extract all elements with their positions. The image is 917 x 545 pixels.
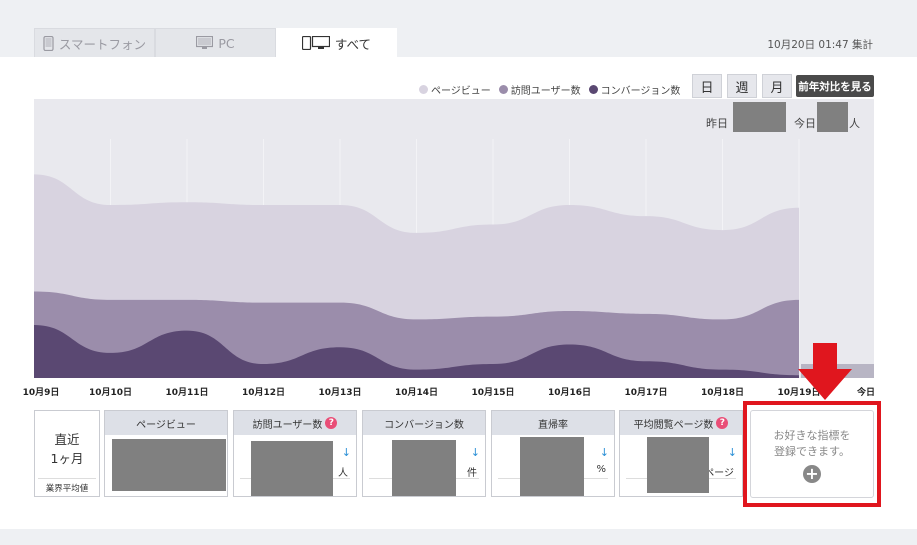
tab-smartphone-label: スマートフォン [58, 36, 147, 52]
metric-card-avg-pages[interactable]: 平均閲覧ページ数? ↓ ページ [619, 410, 743, 497]
x-tick-label: 10月13日 [318, 388, 362, 398]
trend-down-icon: ↓ [599, 446, 609, 459]
period-week-button[interactable]: 週 [727, 74, 757, 98]
metric-unit: % [596, 464, 606, 475]
highlight-box [743, 401, 881, 507]
redacted-value [520, 437, 584, 496]
x-tick-label: 10月14日 [394, 388, 439, 398]
aggregation-timestamp: 10月20日 01:47 集計 [767, 39, 873, 51]
tab-all-label: すべて [334, 36, 372, 52]
x-tick-label: 10月15日 [471, 388, 515, 398]
recent-month-box: 直近 1ヶ月 業界平均値 [34, 410, 100, 497]
trend-down-icon: ↓ [727, 446, 737, 459]
tab-smartphone[interactable]: スマートフォン [34, 28, 155, 57]
legend-item-pageviews[interactable]: ページビュー [419, 82, 491, 97]
help-icon[interactable]: ? [716, 417, 729, 429]
year-over-year-button[interactable]: 前年対比を見る [796, 75, 874, 97]
period-day-button[interactable]: 日 [692, 74, 722, 98]
chart-canvas [34, 139, 874, 378]
device-tabs: スマートフォン PC すべて [34, 28, 397, 57]
legend-dot [498, 85, 508, 94]
metric-unit: 人 [338, 468, 348, 479]
legend-label: 訪問ユーザー数 [510, 86, 581, 97]
metric-title: ページビュー [136, 419, 196, 431]
metric-title: 訪問ユーザー数 [252, 419, 323, 431]
x-tick-label: 10月16日 [547, 388, 592, 398]
x-tick-label: 今日 [856, 388, 876, 398]
trend-down-icon: ↓ [470, 446, 480, 459]
redacted-value [392, 440, 456, 496]
trend-down-icon: ↓ [341, 446, 351, 459]
monitor-icon [196, 36, 214, 50]
tab-all[interactable]: すべて [276, 28, 397, 57]
smartphone-icon [43, 35, 54, 51]
redacted-value [112, 439, 226, 491]
redacted-value [647, 437, 709, 493]
metric-card-conversions[interactable]: コンバージョン数 ↓ 件 [362, 410, 486, 497]
metric-title: コンバージョン数 [384, 419, 464, 431]
metric-title: 平均閲覧ページ数 [633, 419, 714, 431]
metric-card-header: 直帰率 [492, 411, 614, 435]
all-devices-icon [301, 36, 330, 50]
x-tick-label: 10月9日 [22, 388, 60, 398]
metric-card-header: コンバージョン数 [363, 411, 485, 435]
x-tick-label: 10月10日 [88, 388, 133, 398]
metric-unit: 件 [467, 468, 477, 479]
metric-card-header: 平均閲覧ページ数? [620, 411, 742, 435]
recent-line2: 1ヶ月 [50, 451, 84, 466]
metric-title: 直帰率 [538, 419, 568, 431]
x-tick-label: 10月18日 [700, 388, 745, 398]
chart-legend: ページビュー 訪問ユーザー数 コンバージョン数 [419, 82, 680, 97]
tab-pc-label: PC [218, 35, 235, 51]
help-icon[interactable]: ? [325, 417, 338, 429]
recent-line1: 直近 [54, 432, 80, 447]
traffic-chart: 昨日 今日 人 [34, 99, 874, 378]
redacted-value [251, 441, 333, 496]
x-axis-labels: 10月9日 10月10日 10月11日 10月12日 10月13日 10月14日 10月15… [0, 385, 917, 399]
metric-card-pageviews[interactable]: ページビュー [104, 410, 228, 497]
yesterday-label: 昨日 [706, 117, 728, 130]
legend-dot [588, 85, 598, 94]
legend-dot [419, 85, 428, 94]
legend-item-conversions[interactable]: コンバージョン数 [588, 82, 681, 97]
legend-label: コンバージョン数 [600, 86, 681, 97]
today-unit: 人 [849, 117, 860, 130]
industry-average-label: 業界平均値 [38, 478, 96, 494]
metric-card-bounce-rate[interactable]: 直帰率 ↓ % [491, 410, 615, 497]
legend-label: ページビュー [431, 86, 491, 97]
legend-item-visitors[interactable]: 訪問ユーザー数 [498, 82, 581, 97]
x-tick-label: 10月11日 [165, 388, 209, 398]
today-label: 今日 [794, 117, 816, 130]
metric-card-header: ページビュー [105, 411, 227, 435]
redacted-today-value [817, 102, 848, 132]
metric-card-header: 訪問ユーザー数? [234, 411, 356, 435]
red-down-arrow-icon [798, 343, 852, 400]
tab-pc[interactable]: PC [155, 28, 276, 57]
x-tick-label: 10月12日 [241, 388, 286, 398]
x-tick-label: 10月17日 [624, 388, 668, 398]
metric-card-visitors[interactable]: 訪問ユーザー数? ↓ 人 [233, 410, 357, 497]
period-month-button[interactable]: 月 [762, 74, 792, 98]
redacted-yesterday-value [733, 102, 786, 132]
